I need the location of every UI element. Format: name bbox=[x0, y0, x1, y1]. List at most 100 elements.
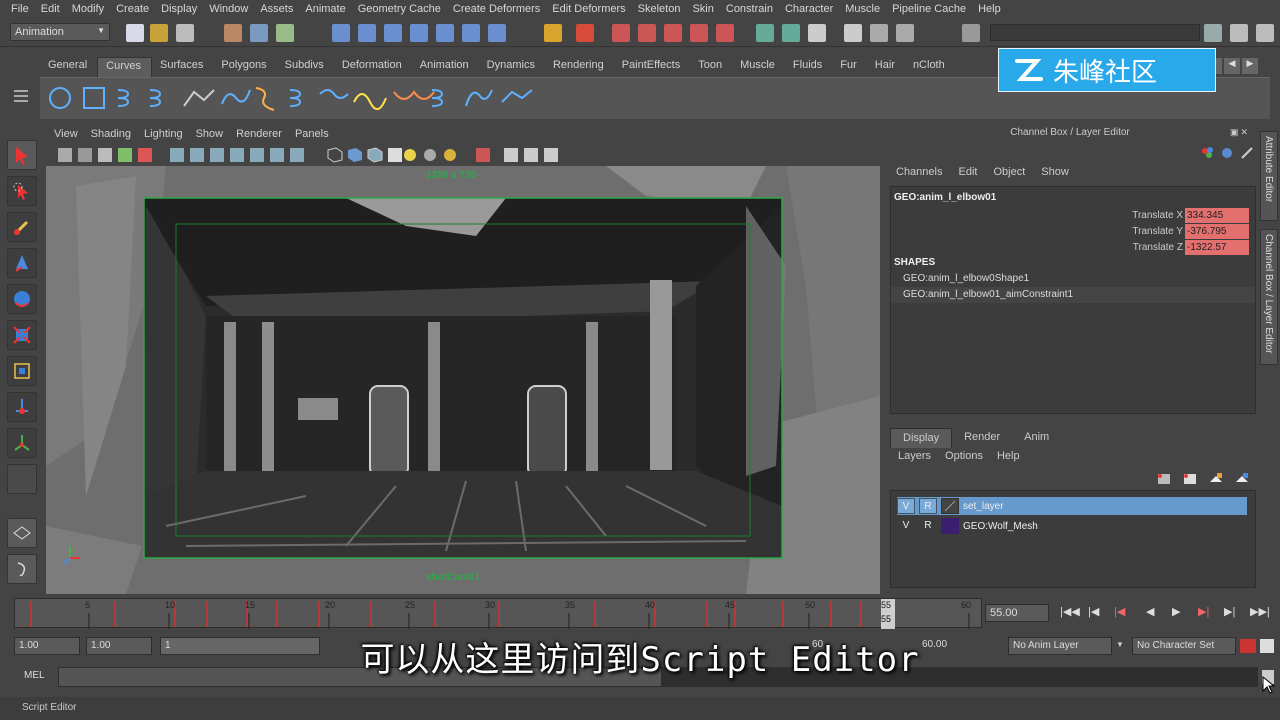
tab-hair[interactable]: Hair bbox=[867, 57, 905, 77]
go-to-end-icon[interactable]: ▶▶| bbox=[1250, 605, 1270, 618]
snap-point-icon[interactable] bbox=[384, 24, 402, 42]
tab-dynamics[interactable]: Dynamics bbox=[479, 57, 545, 77]
layer-down-icon[interactable] bbox=[1234, 472, 1250, 486]
menu-muscle[interactable]: Muscle bbox=[840, 3, 887, 15]
current-frame-field[interactable]: 55.00 bbox=[985, 604, 1049, 622]
attr-field-translate-y[interactable]: -376.795 bbox=[1185, 223, 1249, 239]
select-hierarchy-icon[interactable] bbox=[224, 24, 242, 42]
snap-grid-icon[interactable] bbox=[332, 24, 350, 42]
cb-menu-object[interactable]: Object bbox=[993, 166, 1025, 184]
output-ops-icon[interactable] bbox=[664, 24, 682, 42]
attr-label-translate-y[interactable]: Translate Y bbox=[1132, 226, 1183, 237]
menu-constrain[interactable]: Constrain bbox=[721, 3, 780, 15]
step-forward-frame-icon[interactable]: ▶| bbox=[1224, 605, 1235, 618]
mode-selector[interactable]: Animation ▼ bbox=[10, 23, 110, 41]
menu-skin[interactable]: Skin bbox=[687, 3, 720, 15]
history-icon[interactable] bbox=[612, 24, 630, 42]
menu-skeleton[interactable]: Skeleton bbox=[633, 3, 688, 15]
tab-painteffects[interactable]: PaintEffects bbox=[614, 57, 691, 77]
attr-label-translate-x[interactable]: Translate X bbox=[1132, 210, 1183, 221]
ipr-render-icon[interactable] bbox=[782, 24, 800, 42]
cb-menu-edit[interactable]: Edit bbox=[958, 166, 977, 184]
scale-tool-icon[interactable] bbox=[7, 320, 37, 350]
le-menu-help[interactable]: Help bbox=[997, 450, 1020, 462]
time-slider[interactable]: 5 10 15 20 25 30 35 40 45 50 55 60 55 bbox=[14, 598, 982, 629]
layer-visibility-toggle[interactable]: V bbox=[897, 518, 915, 534]
soft-modification-icon[interactable] bbox=[7, 392, 37, 422]
tab-toon[interactable]: Toon bbox=[690, 57, 732, 77]
shelf-left-icon[interactable]: ◀ bbox=[1224, 58, 1240, 74]
tab-display-layers[interactable]: Display bbox=[890, 428, 953, 448]
channel-box-toggle-icon[interactable] bbox=[1256, 24, 1274, 42]
attr-label-translate-z[interactable]: Translate Z bbox=[1133, 242, 1183, 253]
hypershade-icon[interactable] bbox=[844, 24, 862, 42]
vp-menu-panels[interactable]: Panels bbox=[295, 126, 336, 144]
menu-create[interactable]: Create bbox=[111, 3, 156, 15]
input-field-icon[interactable] bbox=[896, 24, 914, 42]
select-object-icon[interactable] bbox=[250, 24, 268, 42]
float-panel-icon[interactable]: ▣ bbox=[1230, 127, 1239, 139]
tab-rendering[interactable]: Rendering bbox=[545, 57, 614, 77]
select-component-icon[interactable] bbox=[276, 24, 294, 42]
cb-menu-show[interactable]: Show bbox=[1041, 166, 1069, 184]
tab-surfaces[interactable]: Surfaces bbox=[152, 57, 213, 77]
construction-history-icon[interactable] bbox=[690, 24, 708, 42]
shelf-right-icon[interactable]: ▶ bbox=[1242, 58, 1258, 74]
render-settings-icon[interactable] bbox=[808, 24, 826, 42]
quick-input-field[interactable] bbox=[990, 24, 1200, 41]
rotate-tool-icon[interactable] bbox=[7, 284, 37, 314]
snap-surface-icon[interactable] bbox=[462, 24, 480, 42]
step-back-key-icon[interactable]: |◀ bbox=[1114, 605, 1125, 618]
layer-up-icon[interactable] bbox=[1208, 472, 1224, 486]
tab-channel-box[interactable]: Channel Box / Layer Editor bbox=[1260, 229, 1278, 365]
selected-object-name[interactable]: GEO:anim_l_elbow01 bbox=[894, 192, 996, 203]
tab-deformation[interactable]: Deformation bbox=[334, 57, 412, 77]
new-scene-icon[interactable] bbox=[126, 24, 144, 42]
layer-name[interactable]: GEO:Wolf_Mesh bbox=[963, 521, 1038, 532]
lock-icon[interactable] bbox=[544, 24, 562, 42]
menu-file[interactable]: File bbox=[6, 3, 36, 15]
menu-window[interactable]: Window bbox=[204, 3, 255, 15]
vp-menu-shading[interactable]: Shading bbox=[91, 126, 138, 144]
layer-color-swatch[interactable] bbox=[941, 518, 959, 534]
cb-menu-channels[interactable]: Channels bbox=[896, 166, 942, 184]
layer-visibility-toggle[interactable]: V bbox=[897, 498, 915, 514]
menu-edit[interactable]: Edit bbox=[36, 3, 67, 15]
universal-manipulator-icon[interactable] bbox=[7, 356, 37, 386]
layer-row-wolf-mesh[interactable]: V R GEO:Wolf_Mesh bbox=[897, 517, 1247, 535]
vp-menu-show[interactable]: Show bbox=[196, 126, 231, 144]
step-forward-key-icon[interactable]: ▶| bbox=[1198, 605, 1209, 618]
tab-curves[interactable]: Curves bbox=[97, 57, 152, 77]
layer-color-swatch[interactable] bbox=[941, 498, 959, 514]
menu-geometry-cache[interactable]: Geometry Cache bbox=[353, 3, 448, 15]
step-back-frame-icon[interactable]: |◀ bbox=[1088, 605, 1099, 618]
save-scene-icon[interactable] bbox=[176, 24, 194, 42]
tab-fluids[interactable]: Fluids bbox=[785, 57, 832, 77]
tab-attribute-editor[interactable]: Attribute Editor bbox=[1260, 131, 1278, 221]
tool-settings-toggle-icon[interactable] bbox=[1230, 24, 1248, 42]
channel-box-edit-icon[interactable] bbox=[1240, 146, 1254, 160]
snap-live-icon[interactable] bbox=[436, 24, 454, 42]
render-current-icon[interactable] bbox=[716, 24, 734, 42]
vp-menu-lighting[interactable]: Lighting bbox=[144, 126, 190, 144]
vp-menu-renderer[interactable]: Renderer bbox=[236, 126, 289, 144]
tab-animation[interactable]: Animation bbox=[412, 57, 479, 77]
select-tool-icon[interactable] bbox=[7, 140, 37, 170]
tab-subdivs[interactable]: Subdivs bbox=[277, 57, 334, 77]
vp-menu-view[interactable]: View bbox=[54, 126, 85, 144]
menu-character[interactable]: Character bbox=[780, 3, 840, 15]
shape-node[interactable]: GEO:anim_l_elbow0Shape1 bbox=[903, 273, 1029, 284]
last-tool-used-icon[interactable] bbox=[7, 464, 37, 494]
layer-reference-toggle[interactable]: R bbox=[919, 498, 937, 514]
menu-create-deformers[interactable]: Create Deformers bbox=[448, 3, 547, 15]
perspective-viewport[interactable]: 1280 x 720 shotCam01 bbox=[46, 166, 880, 594]
menu-help[interactable]: Help bbox=[973, 3, 1008, 15]
le-menu-layers[interactable]: Layers bbox=[898, 450, 931, 462]
help-question-icon[interactable] bbox=[488, 24, 506, 42]
tab-anim-layers[interactable]: Anim bbox=[1012, 428, 1061, 448]
attr-field-translate-z[interactable]: -1322.57 bbox=[1185, 239, 1249, 255]
lasso-tool-icon[interactable] bbox=[7, 176, 37, 206]
input-ops-icon[interactable] bbox=[638, 24, 656, 42]
attr-field-translate-x[interactable]: 334.345 bbox=[1185, 207, 1249, 223]
play-backwards-icon[interactable]: ◀ bbox=[1146, 605, 1154, 618]
